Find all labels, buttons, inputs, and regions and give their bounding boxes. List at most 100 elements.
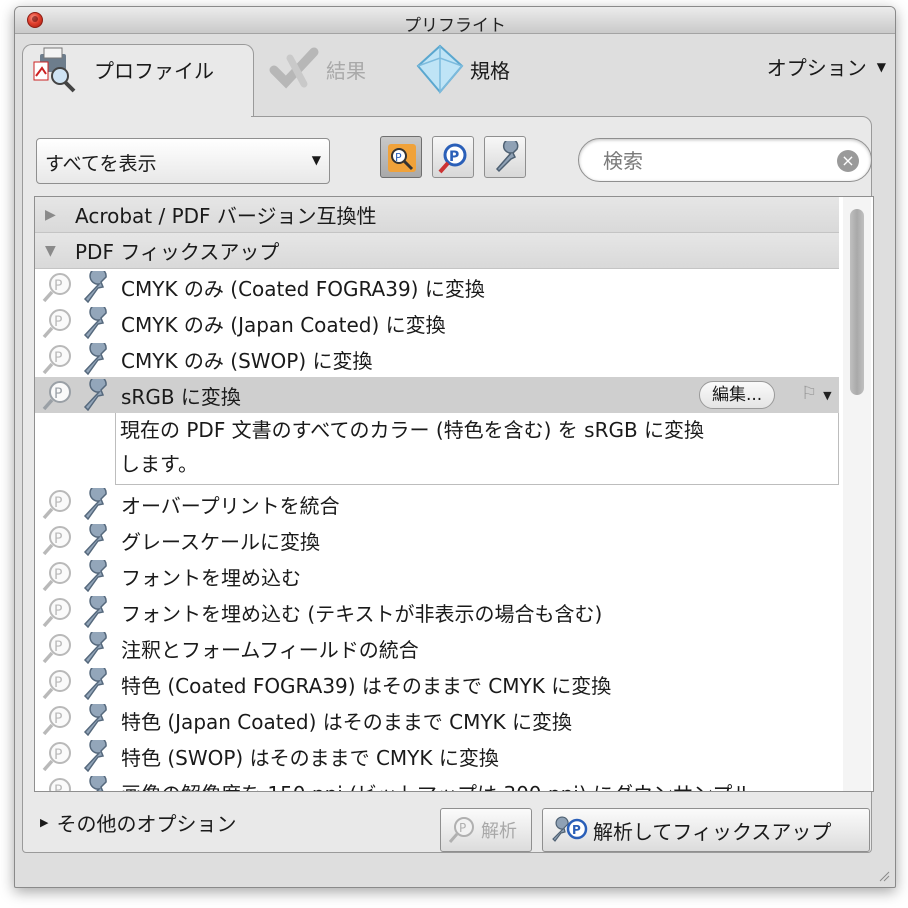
fixup-icons: P <box>35 774 121 792</box>
show-fixups-toggle[interactable] <box>484 136 526 178</box>
fixup-label: 特色 (Coated FOGRA39) はそのままで CMYK に変換 <box>121 673 612 698</box>
fixup-item[interactable]: P 画像の解像度を 150 ppi (ビットマップは 300 ppi) にダウンサ… <box>35 774 839 792</box>
fixup-item[interactable]: P オーバープリントを統合 <box>35 486 839 522</box>
diamond-icon <box>416 44 464 94</box>
fixup-label: フォントを埋め込む (テキストが非表示の場合も含む) <box>121 601 603 626</box>
svg-text:P: P <box>54 495 62 511</box>
description-line: 現在の PDF 文書のすべてのカラー (特色を含む) を sRGB に変換 <box>120 418 705 442</box>
disclosure-triangle-icon[interactable]: ▶ <box>45 207 65 223</box>
clear-search-icon[interactable]: × <box>837 150 859 172</box>
fixup-icons: P <box>35 269 121 305</box>
tab-profiles[interactable]: プロファイル <box>30 44 214 94</box>
svg-text:P: P <box>54 567 62 583</box>
tab-label: プロファイル <box>94 58 214 83</box>
svg-text:P: P <box>449 149 459 165</box>
tab-results[interactable]: 結果 <box>268 44 366 94</box>
fixup-item[interactable]: P CMYK のみ (Japan Coated) に変換 <box>35 305 839 341</box>
fixup-check-icon: P <box>552 816 588 842</box>
group-pdf-fixups[interactable]: ▼ PDF フィックスアップ <box>35 233 839 269</box>
scrollbar-thumb[interactable] <box>850 209 864 395</box>
fixup-icons: P <box>35 558 121 594</box>
wrench-icon <box>83 560 107 592</box>
profile-list: ▶ Acrobat / PDF バージョン互換性 ▼ PDF フィックスアップ … <box>34 196 874 792</box>
fixup-item[interactable]: P CMYK のみ (SWOP) に変換 <box>35 341 839 377</box>
fixup-item[interactable]: P CMYK のみ (Coated FOGRA39) に変換 <box>35 269 839 305</box>
check-magnifier-icon: P <box>42 598 71 628</box>
resize-grip-icon[interactable] <box>878 870 890 882</box>
check-magnifier-icon: P <box>42 273 71 303</box>
wrench-icon <box>83 524 107 556</box>
check-filter-icon: P <box>438 143 467 174</box>
svg-text:P: P <box>54 783 62 792</box>
wrench-icon <box>83 307 107 339</box>
check-magnifier-icon: P <box>42 381 71 411</box>
group-label: PDF フィックスアップ <box>75 240 280 264</box>
svg-text:P: P <box>54 603 62 619</box>
wrench-icon <box>83 704 107 736</box>
analyze-and-fix-button[interactable]: P 解析してフィックスアップ <box>542 808 870 852</box>
chevron-down-icon: ▼ <box>823 389 832 402</box>
check-magnifier-icon: P <box>42 526 71 556</box>
show-profiles-toggle[interactable]: P <box>380 136 422 178</box>
wrench-icon <box>83 379 107 411</box>
group-label: Acrobat / PDF バージョン互換性 <box>75 204 377 228</box>
svg-text:P: P <box>54 639 62 655</box>
fixup-item[interactable]: P フォントを埋め込む <box>35 558 839 594</box>
svg-text:P: P <box>54 711 62 727</box>
window-title: プリフライト <box>404 16 506 36</box>
more-options-toggle[interactable]: ▶ その他のオプション <box>40 808 236 837</box>
fixup-label: CMYK のみ (Japan Coated) に変換 <box>121 312 446 337</box>
fixup-description: 現在の PDF 文書のすべてのカラー (特色を含む) を sRGB に変換 します… <box>115 413 839 485</box>
fixup-item[interactable]: PsRGB に変換 編集... ⚐ ▼ <box>35 377 839 413</box>
tab-label: 結果 <box>326 58 366 83</box>
fixup-icons: P <box>35 377 121 413</box>
search-field[interactable]: × <box>578 138 872 182</box>
edit-button[interactable]: 編集... <box>699 381 776 409</box>
fixup-label: オーバープリントを統合 <box>121 493 340 518</box>
svg-text:P: P <box>572 823 581 837</box>
fixup-item[interactable]: P フォントを埋め込む (テキストが非表示の場合も含む) <box>35 594 839 630</box>
show-checks-toggle[interactable]: P <box>432 136 474 178</box>
checkmark-icon <box>269 47 319 89</box>
search-input[interactable] <box>601 145 825 177</box>
fixup-label: 特色 (Japan Coated) はそのままで CMYK に変換 <box>121 709 573 734</box>
fixup-item[interactable]: P グレースケールに変換 <box>35 522 839 558</box>
flag-menu-button[interactable]: ⚐ ▼ <box>801 383 832 404</box>
filter-dropdown[interactable]: すべてを表示 ▼ <box>36 138 330 184</box>
fixup-icons: P <box>35 486 121 522</box>
svg-text:P: P <box>54 747 62 763</box>
wrench-icon <box>83 343 107 375</box>
options-menu-button[interactable]: オプション ▼ <box>767 52 886 81</box>
check-magnifier-icon: P <box>448 817 474 843</box>
fixup-label: 画像の解像度を 150 ppi (ビットマップは 300 ppi) にダウンサン… <box>121 778 752 792</box>
profile-magnifier-icon <box>33 47 76 93</box>
tab-standards[interactable]: 規格 <box>414 44 510 94</box>
svg-text:P: P <box>54 386 62 402</box>
fixup-icons: P <box>35 522 121 558</box>
fixup-label: CMYK のみ (SWOP) に変換 <box>121 348 373 373</box>
more-options-label: その他のオプション <box>56 812 237 836</box>
check-magnifier-icon: P <box>42 309 71 339</box>
fixup-item[interactable]: P 注釈とフォームフィールドの統合 <box>35 630 839 666</box>
fixup-filter-icon <box>495 141 519 173</box>
fixup-label: 注釈とフォームフィールドの統合 <box>121 637 419 662</box>
fixup-item[interactable]: P 特色 (Coated FOGRA39) はそのままで CMYK に変換 <box>35 666 839 702</box>
check-magnifier-icon: P <box>42 742 71 772</box>
disclosure-triangle-icon[interactable]: ▼ <box>45 243 65 259</box>
fixup-item[interactable]: P 特色 (SWOP) はそのままで CMYK に変換 <box>35 738 839 774</box>
disclosure-triangle-icon: ▶ <box>40 816 49 829</box>
fixup-label: グレースケールに変換 <box>121 529 320 554</box>
fixup-label: sRGB に変換 <box>121 384 241 409</box>
wrench-icon <box>83 740 107 772</box>
analyze-button[interactable]: P 解析 <box>440 808 532 852</box>
wrench-icon <box>83 632 107 664</box>
profile-filter-icon: P <box>388 144 416 172</box>
wrench-icon <box>83 271 107 303</box>
fixup-item[interactable]: P 特色 (Japan Coated) はそのままで CMYK に変換 <box>35 702 839 738</box>
svg-text:P: P <box>54 531 62 547</box>
chevron-down-icon: ▼ <box>876 59 886 74</box>
title-bar[interactable]: プリフライト <box>15 7 895 36</box>
group-acrobat-compat[interactable]: ▶ Acrobat / PDF バージョン互換性 <box>35 197 839 233</box>
fixup-icons: P <box>35 341 121 377</box>
wrench-icon <box>83 596 107 628</box>
